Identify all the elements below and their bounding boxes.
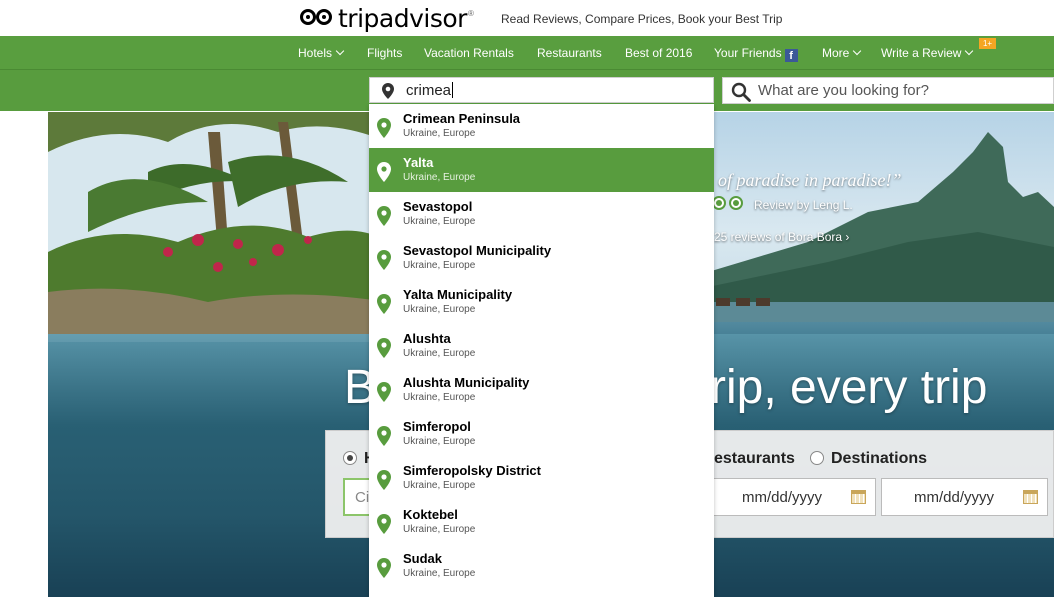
location-pin-icon [377, 426, 391, 446]
notification-badge: 1+ [979, 38, 996, 49]
location-pin-icon [377, 558, 391, 578]
suggestion-location: Ukraine, Europe [403, 216, 476, 227]
suggestion-location: Ukraine, Europe [403, 480, 476, 491]
suggestion-name: Koktebel [403, 507, 458, 522]
suggestion-name: Simferopolsky District [403, 463, 541, 478]
suggestion-name: Yalta [403, 155, 434, 170]
location-pin-icon [377, 162, 391, 182]
suggestion-location: Ukraine, Europe [403, 436, 476, 447]
suggestion-item[interactable]: Simferopolsky District Ukraine, Europe [369, 456, 714, 500]
chevron-down-icon [853, 46, 862, 56]
owl-eyes-icon [300, 8, 334, 28]
location-pin-icon [377, 250, 391, 270]
nav-hotels[interactable]: Hotels [298, 46, 345, 60]
suggestion-name: Alushta [403, 331, 451, 346]
radio-destinations[interactable] [810, 451, 824, 465]
suggestion-location: Ukraine, Europe [403, 128, 476, 139]
suggestion-location: Ukraine, Europe [403, 568, 476, 579]
review-quote: of paradise in paradise!” [718, 170, 902, 190]
location-pin-icon [382, 83, 394, 99]
checkin-date-placeholder: mm/dd/yyyy [742, 489, 823, 506]
nav-best-of-2016[interactable]: Best of 2016 [625, 46, 692, 60]
calendar-icon[interactable] [851, 490, 866, 504]
suggestion-location: Ukraine, Europe [403, 348, 476, 359]
nav-your-friends[interactable]: Your Friends f [714, 46, 798, 62]
headline-right-fragment: rip, every trip [710, 361, 988, 414]
suggestion-location: Ukraine, Europe [403, 392, 476, 403]
nav-more-label: More [822, 46, 850, 60]
suggestion-name: Sevastopol Municipality [403, 243, 552, 258]
location-pin-icon [377, 118, 391, 138]
suggestion-item[interactable]: Alushta Municipality Ukraine, Europe [369, 368, 714, 412]
location-pin-icon [377, 338, 391, 358]
tagline: Read Reviews, Compare Prices, Book your … [501, 12, 783, 26]
autocomplete-dropdown: Crimean Peninsula Ukraine, Europe Yalta Ukr… [369, 104, 714, 597]
suggestion-item[interactable]: Simferopol Ukraine, Europe [369, 412, 714, 456]
suggestion-name: Yalta Municipality [403, 287, 513, 302]
suggestion-location: Ukraine, Europe [403, 304, 476, 315]
suggestion-name: Crimean Peninsula [403, 111, 521, 126]
suggestion-name: Sudak [403, 551, 443, 566]
where-search-input[interactable]: crimea [369, 77, 714, 103]
suggestion-location: Ukraine, Europe [403, 524, 476, 535]
suggestion-item[interactable]: Sudak Ukraine, Europe [369, 544, 714, 588]
radio-destinations-label: Destinations [831, 450, 928, 467]
location-pin-icon [377, 294, 391, 314]
suggestion-item[interactable]: Sevastopol Municipality Ukraine, Europe [369, 236, 714, 280]
city-field-placeholder: Ci [355, 489, 370, 506]
checkout-date-field[interactable]: mm/dd/yyyy [881, 478, 1048, 516]
suggestion-item[interactable]: Koktebel Ukraine, Europe [369, 500, 714, 544]
nav-restaurants[interactable]: Restaurants [537, 46, 602, 60]
facebook-icon: f [784, 49, 798, 62]
registered-mark: ® [467, 9, 474, 18]
what-search-input[interactable]: What are you looking for? [722, 77, 1054, 104]
rating-bubble-icon [712, 196, 726, 210]
nav-flights[interactable]: Flights [367, 46, 402, 60]
text-cursor [452, 82, 454, 98]
location-pin-icon [377, 470, 391, 490]
chevron-down-icon [335, 46, 345, 56]
nav-more[interactable]: More [822, 46, 862, 60]
suggestion-item[interactable]: Yalta Ukraine, Europe [369, 148, 714, 192]
suggestion-item[interactable]: Alushta Ukraine, Europe [369, 324, 714, 368]
search-icon [731, 82, 751, 102]
bora-bora-reviews-link[interactable]: 25 reviews of Bora Bora › [714, 230, 849, 244]
chevron-down-icon [965, 46, 974, 56]
suggestion-location: Ukraine, Europe [403, 260, 476, 271]
suggestion-name: Simferopol [403, 419, 471, 434]
checkout-date-placeholder: mm/dd/yyyy [914, 489, 995, 506]
suggestion-item[interactable]: Sevastopol Ukraine, Europe [369, 192, 714, 236]
radio-hotels[interactable] [343, 451, 357, 465]
location-pin-icon [377, 514, 391, 534]
nav-write-review[interactable]: Write a Review [881, 46, 974, 60]
where-search-value: crimea [406, 82, 454, 99]
nav-hotels-label: Hotels [298, 46, 333, 60]
nav-vacation-rentals[interactable]: Vacation Rentals [424, 46, 514, 60]
tripadvisor-logo[interactable]: tripadvisor ® [300, 3, 474, 33]
suggestion-item[interactable]: Crimean Peninsula Ukraine, Europe [369, 104, 714, 148]
logo-text: tripadvisor [338, 3, 467, 33]
suggestion-item[interactable]: Yalta Municipality Ukraine, Europe [369, 280, 714, 324]
location-pin-icon [377, 206, 391, 226]
palm-foliage-illustration [48, 112, 388, 342]
rating-bubble-icon [729, 196, 743, 210]
top-header: tripadvisor ® Read Reviews, Compare Pric… [0, 0, 1054, 36]
suggestion-location: Ukraine, Europe [403, 172, 476, 183]
nav-your-friends-label: Your Friends [714, 46, 782, 60]
radio-restaurants-label: estaurants [714, 450, 795, 467]
review-author: Review by Leng L. [754, 198, 853, 212]
suggestion-name: Sevastopol [403, 199, 473, 214]
main-nav: Hotels Flights Vacation Rentals Restaura… [0, 36, 1054, 70]
what-search-placeholder: What are you looking for? [758, 82, 929, 99]
suggestion-name: Alushta Municipality [403, 375, 530, 390]
location-pin-icon [377, 382, 391, 402]
nav-write-review-label: Write a Review [881, 46, 962, 60]
bubble-rating [712, 196, 743, 210]
calendar-icon[interactable] [1023, 490, 1038, 504]
checkin-date-field[interactable]: mm/dd/yyyy [706, 478, 876, 516]
